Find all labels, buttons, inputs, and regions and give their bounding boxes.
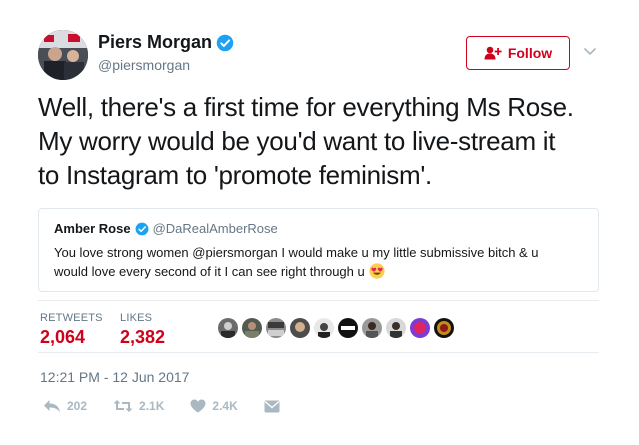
quoted-tweet-text: You love strong women @piersmorgan I wou…: [54, 243, 584, 281]
liker-avatar[interactable]: [386, 318, 406, 338]
verified-badge-icon: [135, 222, 148, 235]
tweet-actions: 202 2.1K 2.4K: [43, 399, 312, 413]
tweet-timestamp[interactable]: 12:21 PM - 12 Jun 2017: [40, 369, 189, 385]
tweet-text: Well, there's a first time for everythin…: [38, 90, 613, 192]
author-name[interactable]: Piers Morgan: [98, 32, 212, 53]
quoted-author-handle: @DaRealAmberRose: [152, 221, 278, 236]
liker-avatar[interactable]: [242, 318, 262, 338]
liker-avatar[interactable]: [218, 318, 238, 338]
reply-count: 202: [67, 399, 88, 413]
reply-button[interactable]: 202: [43, 399, 87, 413]
retweets-stat[interactable]: RETWEETS 2,064: [40, 312, 103, 348]
likes-label: LIKES: [120, 312, 153, 324]
quoted-tweet-line: You love strong women @piersmorgan I wou…: [54, 245, 539, 260]
avatar-photo: [38, 30, 88, 80]
heart-icon: [190, 399, 206, 413]
liker-avatar[interactable]: [314, 318, 334, 338]
add-user-icon: [484, 46, 502, 60]
liker-avatar[interactable]: [290, 318, 310, 338]
tweet-text-line: My worry would be you'd want to live-str…: [38, 126, 556, 156]
envelope-icon: [264, 400, 280, 412]
retweets-label: RETWEETS: [40, 312, 103, 324]
like-count: 2.4K: [212, 399, 238, 413]
like-button[interactable]: 2.4K: [190, 399, 238, 413]
reply-icon: [44, 400, 60, 412]
retweet-icon: [113, 400, 133, 412]
liker-avatar[interactable]: [338, 318, 358, 338]
author-handle[interactable]: @piersmorgan: [98, 57, 190, 73]
verified-badge-icon: [216, 34, 234, 51]
liker-avatar[interactable]: [410, 318, 430, 338]
liker-avatar[interactable]: [362, 318, 382, 338]
likes-count: 2,382: [120, 327, 166, 347]
retweet-button[interactable]: 2.1K: [113, 399, 164, 413]
liker-avatars: [218, 318, 458, 338]
likes-stat[interactable]: LIKES 2,382: [120, 312, 165, 348]
quoted-tweet[interactable]: Amber Rose @DaRealAmberRose You love str…: [38, 208, 599, 292]
tweet-text-line: to Instagram to 'promote feminism'.: [38, 160, 432, 190]
retweet-count: 2.1K: [139, 399, 165, 413]
follow-button[interactable]: Follow: [466, 36, 570, 70]
liker-avatar[interactable]: [266, 318, 286, 338]
direct-message-button[interactable]: [264, 400, 286, 413]
author-avatar[interactable]: [38, 30, 88, 80]
divider: [38, 300, 599, 301]
quoted-author-name: Amber Rose: [54, 221, 131, 236]
heart-eyes-emoji-icon: [369, 263, 385, 279]
retweets-count: 2,064: [40, 327, 86, 347]
tweet-text-line: Well, there's a first time for everythin…: [38, 92, 574, 122]
follow-button-label: Follow: [507, 45, 553, 61]
liker-avatar[interactable]: [434, 318, 454, 338]
chevron-down-icon[interactable]: [583, 47, 597, 56]
quoted-tweet-line: would love every second of it I can see …: [54, 264, 365, 279]
divider: [38, 352, 599, 353]
